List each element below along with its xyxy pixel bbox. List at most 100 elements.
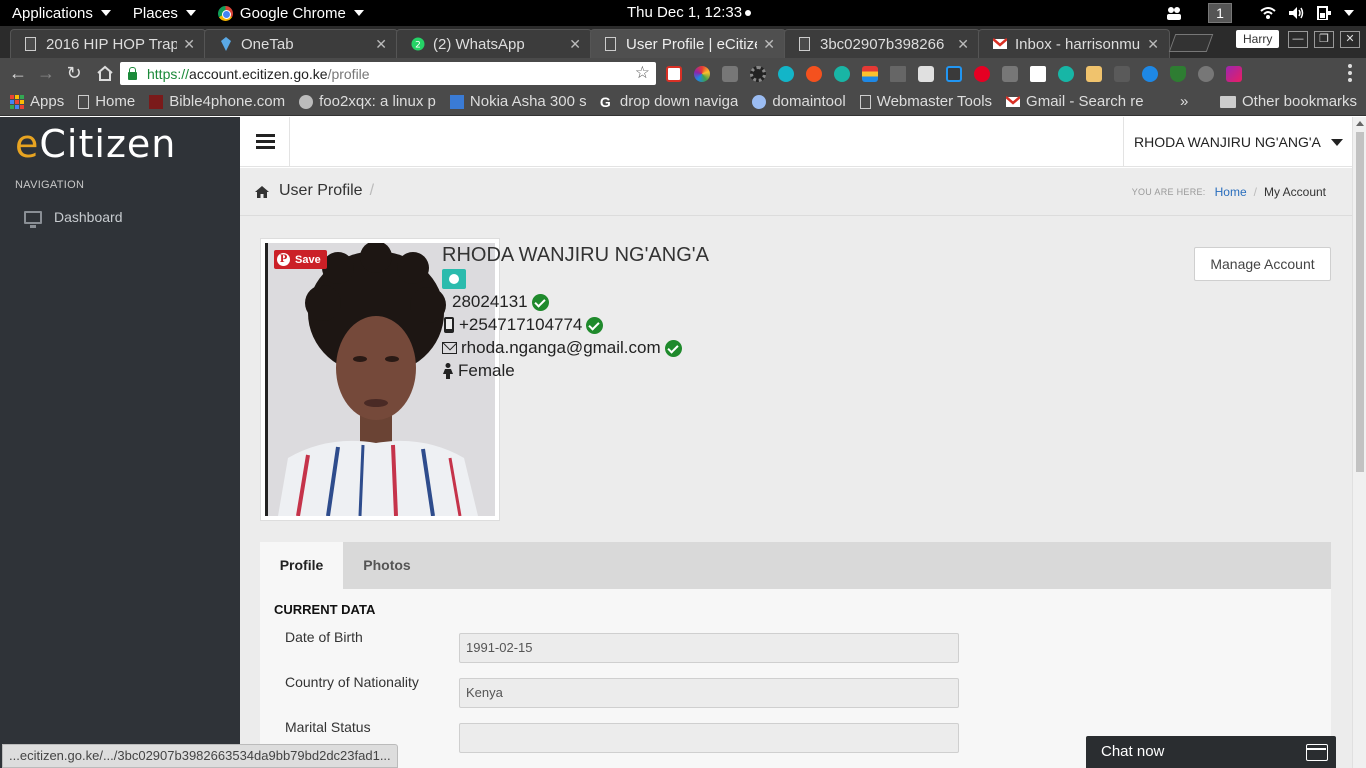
close-window-button[interactable]: ✕ [1340,31,1360,48]
manage-account-button[interactable]: Manage Account [1194,247,1331,281]
home-icon[interactable] [96,65,114,81]
adblock-off-icon[interactable] [1002,65,1018,82]
browser-tab[interactable]: 3bc02907b398266 ✕ [784,29,980,58]
forward-icon[interactable]: → [32,63,60,84]
breadcrumb-home-link[interactable]: Home [1215,185,1247,199]
bookmark-item[interactable]: G drop down naviga [600,93,738,110]
email-line: rhoda.nganga@gmail.com [442,338,682,358]
tab-photos[interactable]: Photos [343,542,431,589]
unicorn-icon[interactable] [918,65,934,82]
bookmark-label: domaintool [772,93,846,110]
pinterest-save-button[interactable]: P Save [274,250,327,269]
minimize-button[interactable]: — [1288,31,1308,48]
shield-icon[interactable] [1170,65,1186,82]
places-label: Places [132,4,178,22]
people-icon[interactable] [1166,6,1182,20]
stack-icon[interactable] [862,65,878,82]
new-tab-button[interactable] [1168,34,1214,52]
user-menu[interactable]: RHODA WANJIRU NG'ANG'A [1123,117,1352,167]
page-icon [25,37,36,51]
applications-menu[interactable]: Applications [0,0,123,26]
breadcrumb: YOU ARE HERE: Home / My Account [1132,185,1326,199]
owl-icon[interactable] [1142,65,1158,82]
scroll-up-icon[interactable] [1356,121,1364,126]
user-menu-name: RHODA WANJIRU NG'ANG'A [1134,134,1321,150]
workspace-indicator[interactable]: 1 [1208,3,1232,23]
tab-title: (2) WhatsApp [433,35,525,53]
back-icon[interactable]: ← [4,63,32,84]
bookmark-label: Home [95,93,136,110]
bookmark-item[interactable]: Bible4phone.com [149,93,285,110]
bookmark-star-icon[interactable]: ☆ [635,63,650,83]
page-scrollbar[interactable] [1352,117,1366,768]
eyedropper-icon[interactable] [946,65,962,82]
active-app-menu[interactable]: Google Chrome [208,0,376,26]
mercury-icon[interactable] [1058,65,1074,82]
gear-icon[interactable] [750,65,766,82]
bookmark-label: foo2xqx: a linux p [319,93,436,110]
bookmark-item[interactable]: Gmail - Search re [1006,93,1144,110]
bookmark-item[interactable]: Apps [10,93,64,110]
marital-status-field[interactable] [459,723,959,753]
ecitizen-logo[interactable]: eCitizen [15,122,176,166]
scrollbar-thumb[interactable] [1356,132,1364,472]
camera-icon[interactable] [442,269,466,289]
bookmark-item[interactable]: domaintool [752,93,846,110]
close-icon[interactable]: ✕ [183,36,195,53]
address-bar[interactable]: https://account.ecitizen.go.ke/profile ☆ [120,62,656,85]
tab-title: 2016 HIP HOP Trap [46,35,178,53]
gmail-checker-icon[interactable] [666,65,682,82]
sidebar-item-dashboard[interactable]: Dashboard [24,209,123,228]
honey-icon[interactable] [1086,65,1102,82]
browser-toolbar: ← → ↻ https://account.ecitizen.go.ke/pro… [0,58,1366,88]
browser-tab[interactable]: OneTab ✕ [204,29,398,58]
browser-tab[interactable]: 2 (2) WhatsApp ✕ [396,29,592,58]
wifi-icon[interactable] [1260,6,1276,20]
maximize-button[interactable]: ❐ [1314,31,1334,48]
close-icon[interactable]: ✕ [375,36,387,53]
date-of-birth-field[interactable]: 1991-02-15 [459,633,959,663]
phone-line: +254717104774 [442,315,604,335]
volume-icon[interactable] [1288,6,1304,20]
browser-tab[interactable]: Inbox - harrisonmule ✕ [978,29,1170,58]
battery-icon[interactable] [1316,6,1332,20]
bookmark-item[interactable]: foo2xqx: a linux p [299,93,436,110]
bookmark-item[interactable]: Webmaster Tools [859,93,992,110]
bookmark-item[interactable]: Nokia Asha 300 s [449,93,586,110]
diamond-icon[interactable] [1030,65,1046,82]
bookmark-item[interactable]: Home [78,93,135,110]
other-bookmarks[interactable]: Other bookmarks [1220,93,1357,110]
cast-icon[interactable] [890,65,906,82]
verified-check-icon [531,293,549,311]
tab-profile[interactable]: Profile [260,542,343,589]
color-picker-icon[interactable] [694,65,710,82]
close-icon[interactable]: ✕ [957,36,969,53]
profile-chip[interactable]: Harry [1236,30,1280,48]
linkedin-icon[interactable] [722,65,738,82]
clock[interactable]: Thu Dec 1, 12:33 [627,4,752,21]
ip-address-icon[interactable] [778,65,794,82]
profile-tabs-panel: Profile Photos CURRENT DATA Date of Birt… [260,542,1331,768]
close-icon[interactable]: ✕ [1147,36,1159,53]
bookmarks-overflow-button[interactable]: » [1180,93,1188,110]
chat-widget[interactable]: Chat now [1086,736,1336,768]
menu-kebab-icon[interactable] [1348,64,1352,82]
gmail-icon [993,38,1007,49]
browser-tab-active[interactable]: User Profile | eCitize ✕ [590,29,786,58]
feather-icon[interactable] [1226,65,1242,82]
places-menu[interactable]: Places [123,0,208,26]
close-icon[interactable]: ✕ [569,36,581,53]
close-icon[interactable]: ✕ [763,36,775,53]
nationality-field[interactable]: Kenya [459,678,959,708]
reader-icon[interactable] [1114,65,1130,82]
chevron-down-icon[interactable] [1344,10,1354,16]
gender: Female [458,361,515,380]
hypothesis-icon[interactable] [834,65,850,82]
pinterest-icon[interactable] [974,65,990,82]
hamburger-menu-icon[interactable] [240,117,290,167]
reload-icon[interactable]: ↻ [60,63,88,84]
alert-icon[interactable] [806,65,822,82]
bookmark-label: drop down naviga [619,93,739,110]
browser-tab[interactable]: 2016 HIP HOP Trap ✕ [10,29,206,58]
block-icon[interactable] [1198,65,1214,82]
